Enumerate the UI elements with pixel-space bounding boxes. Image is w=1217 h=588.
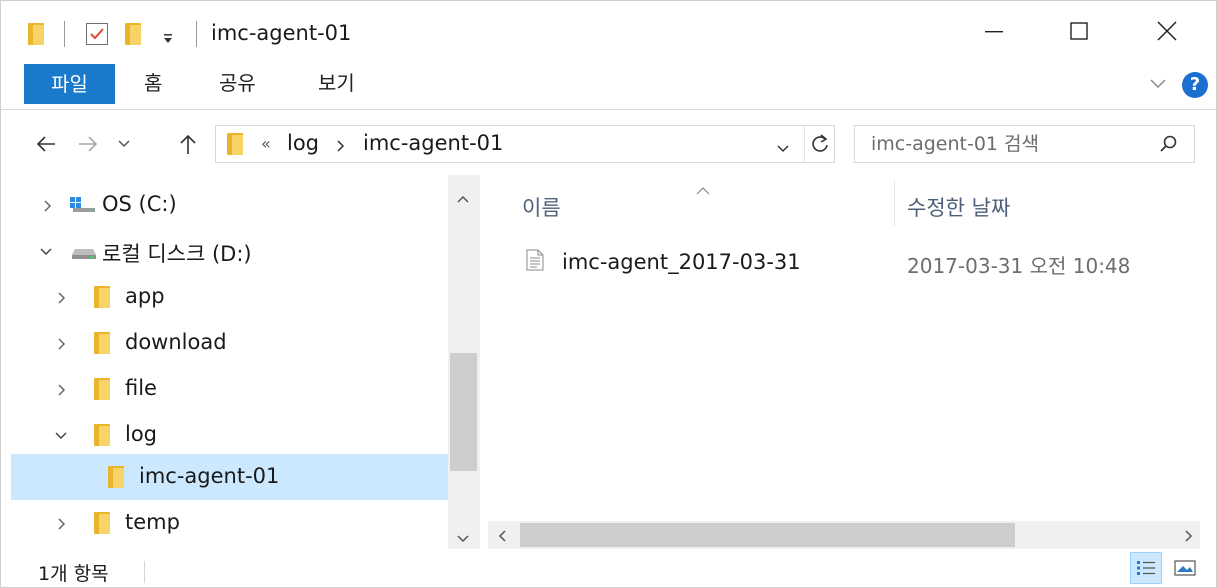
scroll-up-icon[interactable] <box>456 189 470 208</box>
chevron-right-icon[interactable] <box>55 382 69 396</box>
navigation-toolbar: « log imc-agent-01 <box>1 111 1216 175</box>
file-name: imc-agent_2017-03-31 <box>562 250 801 274</box>
chevron-right-icon[interactable] <box>55 336 69 350</box>
folder-icon[interactable] <box>28 23 44 45</box>
nav-label: log <box>125 422 158 446</box>
up-button[interactable] <box>175 131 201 157</box>
breadcrumb-separator-icon[interactable] <box>336 138 346 157</box>
folder-icon <box>108 466 124 488</box>
nav-item-app[interactable]: app <box>11 274 448 320</box>
file-date-modified: 2017-03-31 오전 10:48 <box>907 254 1131 278</box>
divider <box>64 21 65 47</box>
scroll-right-icon[interactable] <box>1184 528 1194 547</box>
close-button[interactable] <box>1144 11 1190 51</box>
folder-icon <box>94 332 110 354</box>
chevron-right-icon[interactable] <box>55 290 69 304</box>
chevron-down-icon[interactable] <box>54 428 68 442</box>
scrollbar-thumb[interactable] <box>450 353 477 471</box>
nav-pane-scrollbar[interactable] <box>448 175 480 549</box>
address-history-icon[interactable] <box>776 139 790 158</box>
explorer-window: imc-agent-01 파일 홈 공유 보기 ? « log imc-agen… <box>0 0 1217 588</box>
chevron-down-icon[interactable] <box>39 244 53 258</box>
nav-label: imc-agent-01 <box>139 464 280 488</box>
folder-icon <box>94 286 110 308</box>
tab-view[interactable]: 보기 <box>318 61 355 105</box>
nav-label: OS (C:) <box>102 192 177 216</box>
scroll-left-icon[interactable] <box>497 528 507 547</box>
tab-share[interactable]: 공유 <box>219 61 256 105</box>
status-bar: 1개 항목 <box>1 549 1216 587</box>
large-icons-view-button[interactable] <box>1169 552 1201 584</box>
folder-icon <box>94 378 110 400</box>
nav-item-imc-agent-01[interactable]: imc-agent-01 <box>11 454 448 500</box>
details-view-button[interactable] <box>1130 552 1162 584</box>
column-header-name[interactable]: 이름 <box>522 192 561 222</box>
file-list: 이름 수정한 날짜 imc-agent_2017-03-31 2017-03-3… <box>488 175 1216 521</box>
nav-label: app <box>125 284 165 308</box>
file-list-scrollbar[interactable] <box>488 521 1200 549</box>
maximize-button[interactable] <box>1056 11 1102 51</box>
chevron-right-icon[interactable] <box>55 516 69 530</box>
nav-label: temp <box>125 510 180 534</box>
folder-icon <box>94 424 110 446</box>
column-divider[interactable] <box>894 180 895 226</box>
chevron-right-icon[interactable] <box>41 198 55 212</box>
drive-windows-icon <box>69 196 97 218</box>
breadcrumb-overflow[interactable]: « <box>261 134 271 153</box>
nav-item-log[interactable]: log <box>11 412 448 458</box>
nav-item-file[interactable]: file <box>11 366 448 412</box>
help-icon[interactable]: ? <box>1182 72 1208 98</box>
back-button[interactable] <box>33 131 59 157</box>
folder-icon <box>94 512 110 534</box>
divider <box>804 126 805 162</box>
large-icons-view-icon <box>1174 560 1196 576</box>
nav-item-temp[interactable]: temp <box>11 500 448 546</box>
properties-icon[interactable] <box>86 23 108 45</box>
address-bar[interactable]: « log imc-agent-01 <box>215 125 835 163</box>
nav-label: download <box>125 330 227 354</box>
navigation-pane: OS (C:) 로컬 디스크 (D:) app download file lo… <box>11 175 448 549</box>
nav-label: 로컬 디스크 (D:) <box>102 242 252 266</box>
nav-item-os-c[interactable]: OS (C:) <box>11 182 448 228</box>
drive-icon <box>71 245 97 264</box>
details-view-icon <box>1137 561 1155 575</box>
sort-ascending-icon <box>696 180 710 199</box>
new-folder-icon[interactable] <box>125 23 141 45</box>
breadcrumb-log[interactable]: log <box>287 131 319 155</box>
customize-toolbar-icon[interactable] <box>163 29 173 43</box>
item-count: 1개 항목 <box>38 563 109 585</box>
breadcrumb-current[interactable]: imc-agent-01 <box>363 131 503 155</box>
tab-home[interactable]: 홈 <box>144 61 162 105</box>
text-file-icon <box>526 249 544 275</box>
tab-file[interactable]: 파일 <box>24 64 115 104</box>
expand-ribbon-icon[interactable] <box>1149 75 1167 94</box>
nav-item-local-disk-d[interactable]: 로컬 디스크 (D:) <box>11 228 448 274</box>
forward-button[interactable] <box>75 131 101 157</box>
folder-icon <box>227 133 243 155</box>
title-bar: imc-agent-01 <box>1 1 1216 61</box>
nav-label: file <box>125 376 157 400</box>
nav-item-download[interactable]: download <box>11 320 448 366</box>
search-icon[interactable] <box>1159 134 1179 158</box>
minimize-button[interactable] <box>971 11 1017 51</box>
search-box[interactable] <box>854 125 1195 163</box>
scrollbar-thumb[interactable] <box>520 523 1015 547</box>
window-title: imc-agent-01 <box>211 21 352 45</box>
column-header-date-modified[interactable]: 수정한 날짜 <box>907 192 1010 222</box>
file-row[interactable]: imc-agent_2017-03-31 2017-03-31 오전 10:48 <box>518 243 1198 283</box>
ribbon-tabs: 파일 홈 공유 보기 ? <box>1 61 1216 110</box>
divider <box>144 561 145 583</box>
refresh-icon[interactable] <box>808 132 834 158</box>
recent-locations-button[interactable] <box>111 131 137 157</box>
search-input[interactable] <box>871 132 1151 156</box>
divider <box>196 21 197 47</box>
scroll-down-icon[interactable] <box>456 529 470 548</box>
